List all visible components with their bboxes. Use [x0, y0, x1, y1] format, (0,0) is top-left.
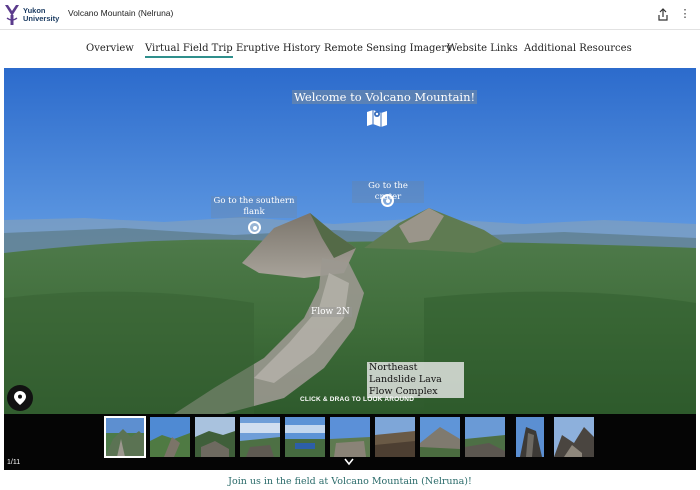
thumbnail-6[interactable]: [330, 417, 370, 457]
viewer-caption: Join us in the field at Volcano Mountain…: [228, 476, 472, 487]
panorama-image[interactable]: [4, 68, 696, 414]
tab-additional-resources[interactable]: Additional Resources: [524, 43, 632, 54]
thumbnail-10[interactable]: [516, 417, 544, 457]
section-nav: Overview Virtual Field Trip Eruptive His…: [0, 31, 700, 67]
tab-eruptive-history[interactable]: Eruptive History: [236, 43, 320, 54]
tab-overview[interactable]: Overview: [86, 43, 134, 54]
chevron-down-icon[interactable]: [344, 458, 354, 466]
thumbnail-1[interactable]: [104, 416, 146, 458]
tab-virtual-field-trip[interactable]: Virtual Field Trip: [145, 43, 233, 58]
logo-mark-icon: [5, 5, 19, 25]
hotspot-crater[interactable]: [381, 194, 394, 207]
thumbnail-9[interactable]: [465, 417, 505, 457]
logo-line2: University: [23, 14, 60, 23]
thumbnail-3[interactable]: [195, 417, 235, 457]
drag-hint: CLICK & DRAG TO LOOK AROUND: [300, 396, 415, 403]
landslide-label: Northeast Landslide Lava Flow Complex: [367, 362, 464, 398]
top-bar: Yukon University Volcano Mountain (Nelru…: [0, 0, 700, 30]
hotspot-southern-flank[interactable]: [248, 221, 261, 234]
thumbnail-7[interactable]: [375, 417, 415, 457]
story-title: Volcano Mountain (Nelruna): [68, 8, 174, 18]
more-options-icon[interactable]: ⋮: [678, 8, 692, 22]
tab-website-links[interactable]: Website Links: [447, 43, 518, 54]
welcome-title: Welcome to Volcano Mountain!: [292, 90, 478, 104]
flow-2n-label: Flow 2N: [309, 307, 352, 317]
share-icon[interactable]: [656, 8, 670, 22]
slide-counter: 1/11: [7, 459, 21, 466]
logo-text: Yukon University: [23, 7, 59, 23]
yukon-university-logo[interactable]: Yukon University: [4, 3, 62, 27]
panorama-viewer[interactable]: Welcome to Volcano Mountain! Go to the s…: [4, 68, 696, 414]
thumbnail-2[interactable]: [150, 417, 190, 457]
thumbnail-11[interactable]: [554, 417, 594, 457]
location-pin-icon: [14, 391, 26, 405]
thumbnail-4[interactable]: [240, 417, 280, 457]
thumbnail-8[interactable]: [420, 417, 460, 457]
thumbnail-strip: 1/11: [4, 414, 696, 470]
location-pin-button[interactable]: [7, 385, 33, 411]
thumbnail-5[interactable]: [285, 417, 325, 457]
tab-remote-sensing-imagery[interactable]: Remote Sensing Imagery: [324, 43, 452, 54]
map-icon: [367, 110, 387, 127]
hotspot-label-southern-flank: Go to the southern flank: [211, 196, 297, 218]
